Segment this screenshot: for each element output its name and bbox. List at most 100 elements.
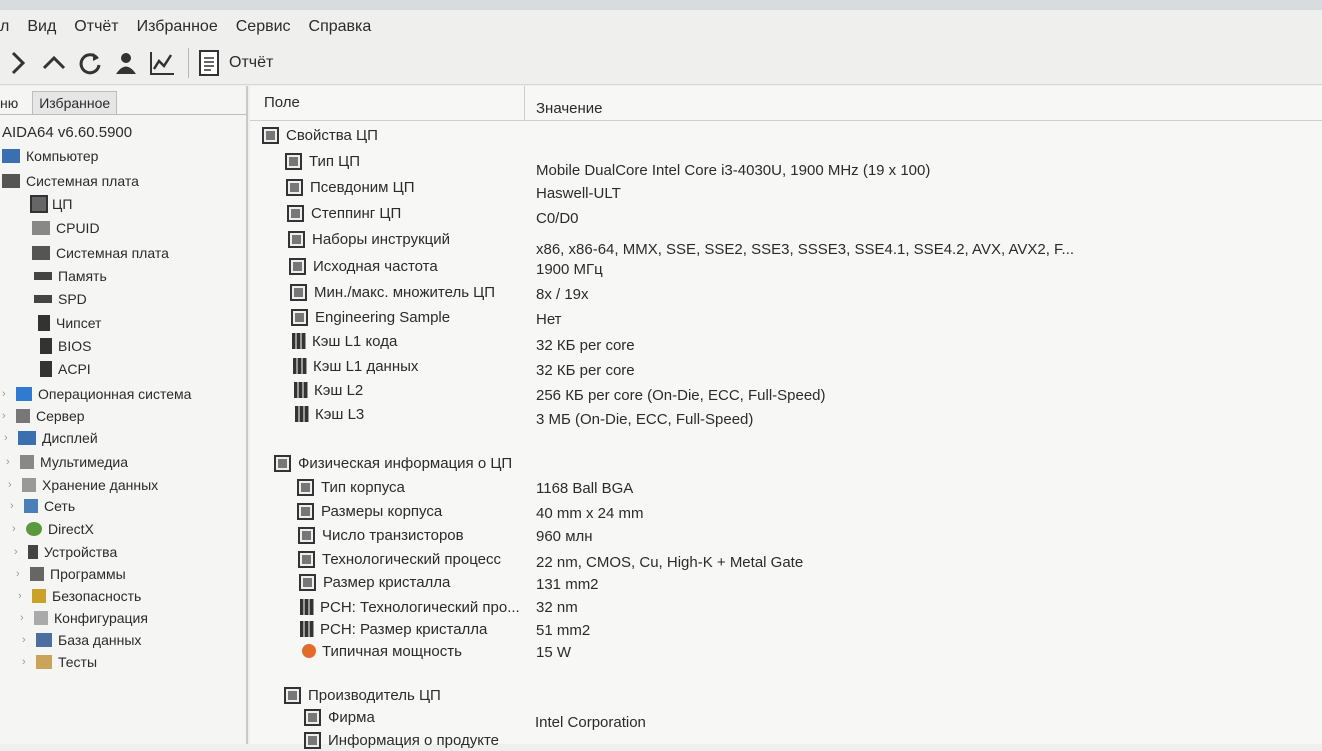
chevron-right-icon[interactable]: › (12, 523, 24, 535)
table-row[interactable]: Тип корпуса (297, 476, 405, 498)
sidebar-item-server[interactable]: › Сервер (2, 405, 85, 427)
field-label: Мин./макс. множитель ЦП (314, 283, 496, 301)
table-row[interactable]: PCH: Размер кристалла (300, 618, 487, 640)
sidebar-item-display[interactable]: › Дисплей (4, 427, 98, 449)
table-row[interactable]: Тип ЦП (285, 150, 360, 172)
refresh-button[interactable] (72, 45, 108, 81)
sidebar-item-label: Сервер (36, 408, 85, 424)
menu-item-help[interactable]: Справка (309, 18, 372, 36)
table-row[interactable]: PCH: Технологический про... (300, 596, 520, 618)
sidebar-item-storage[interactable]: › Хранение данных (8, 474, 158, 496)
chevron-right-icon[interactable]: › (10, 500, 22, 512)
table-row[interactable]: Исходная частота (289, 255, 438, 277)
chevron-right-icon[interactable]: › (22, 634, 34, 646)
column-header-value[interactable]: Значение (536, 100, 603, 117)
group-physical-info[interactable]: Физическая информация о ЦП (274, 452, 512, 474)
up-button[interactable] (36, 45, 72, 81)
sidebar-item-computer[interactable]: Компьютер (2, 145, 98, 167)
sidebar-item-devices[interactable]: › Устройства (14, 541, 117, 563)
report-button[interactable]: Отчёт (199, 50, 273, 76)
table-row[interactable]: Кэш L1 данных (293, 355, 418, 377)
sidebar-item-bios[interactable]: BIOS (40, 335, 91, 357)
sidebar-item-directx[interactable]: › DirectX (12, 518, 94, 540)
table-row[interactable]: Степпинг ЦП (287, 202, 401, 224)
sidebar-item-multimedia[interactable]: › Мультимедиа (6, 451, 128, 473)
menu-item-view[interactable]: Вид (27, 18, 56, 36)
sidebar-item-programs[interactable]: › Программы (16, 563, 126, 585)
computer-icon (2, 149, 20, 163)
column-headers: Поле Значение (250, 86, 1322, 121)
sidebar-item-memory[interactable]: Память (34, 265, 107, 287)
sidebar-item-cpuid[interactable]: CPUID (32, 217, 100, 239)
menu-item-file[interactable]: л (0, 18, 9, 36)
tree-root[interactable]: AIDA64 v6.60.5900 (2, 121, 132, 143)
sidebar-item-cpu[interactable]: ЦП (30, 193, 72, 215)
table-row[interactable]: Мин./макс. множитель ЦП (290, 281, 495, 303)
chevron-right-icon[interactable]: › (22, 656, 34, 668)
chevron-right-icon[interactable]: › (2, 410, 14, 422)
menu-item-favorites[interactable]: Избранное (137, 18, 218, 36)
field-label: Степпинг ЦП (311, 204, 402, 222)
chevron-right-icon[interactable]: › (16, 568, 28, 580)
forward-button[interactable] (0, 45, 36, 81)
table-row[interactable]: Кэш L1 кода (292, 330, 397, 352)
sidebar-item-motherboard[interactable]: Системная плата (2, 170, 139, 192)
chipset-icon (300, 621, 314, 637)
sidebar-item-os[interactable]: › Операционная система (2, 383, 191, 405)
sidebar-item-security[interactable]: › Безопасность (18, 585, 141, 607)
field-value: 40 mm x 24 mm (536, 505, 644, 522)
table-row[interactable]: Псевдоним ЦП (286, 176, 415, 198)
table-row[interactable]: Кэш L3 (295, 403, 364, 425)
field-value: 3 МБ (On-Die, ECC, Full-Speed) (536, 411, 754, 428)
tab-favorites[interactable]: Избранное (32, 91, 118, 114)
chevron-right-icon[interactable]: › (6, 456, 18, 468)
sidebar-item-spd[interactable]: SPD (34, 288, 87, 310)
cpu-icon (284, 686, 301, 704)
sidebar-item-network[interactable]: › Сеть (10, 495, 75, 517)
table-row[interactable]: Размеры корпуса (297, 500, 442, 522)
field-value: Intel Corporation (535, 714, 646, 731)
chevron-right-icon[interactable]: › (4, 432, 16, 444)
sidebar-item-acpi[interactable]: ACPI (40, 358, 91, 380)
group-cpu-manufacturer[interactable]: Производитель ЦП (284, 684, 441, 706)
cpu-icon (297, 478, 314, 496)
chevron-right-icon[interactable]: › (20, 612, 32, 624)
field-value: 51 mm2 (536, 622, 591, 639)
user-button[interactable] (108, 45, 144, 81)
chevron-right-icon (11, 51, 26, 75)
sidebar-item-system-board[interactable]: Системная плата (32, 242, 169, 264)
column-header-field[interactable]: Поле (264, 94, 300, 111)
table-row[interactable]: Число транзисторов (298, 524, 464, 546)
cpu-icon (286, 178, 303, 196)
sidebar-item-config[interactable]: › Конфигурация (20, 607, 148, 629)
table-row[interactable]: Наборы инструкций (288, 228, 450, 250)
table-row[interactable]: Фирма (304, 706, 375, 728)
group-cpu-properties[interactable]: Свойства ЦП (262, 124, 378, 146)
chevron-right-icon[interactable]: › (2, 388, 14, 400)
table-row[interactable]: Информация о продукте (304, 729, 499, 751)
sidebar-item-label: Тесты (58, 654, 98, 670)
sidebar-item-chipset[interactable]: Чипсет (38, 312, 101, 334)
sidebar-item-label: Мультимедиа (40, 454, 128, 470)
tab-menu[interactable]: ню (0, 92, 24, 114)
chevron-right-icon[interactable]: › (14, 546, 26, 558)
group-title: Физическая информация о ЦП (298, 454, 513, 472)
sidebar-item-tests[interactable]: › Тесты (22, 651, 97, 673)
table-row[interactable]: Кэш L2 (294, 379, 363, 401)
field-label: Кэш L1 кода (312, 332, 398, 350)
column-divider[interactable] (524, 86, 525, 120)
sidebar-item-label: Компьютер (26, 148, 99, 164)
table-row[interactable]: Размер кристалла (299, 571, 450, 593)
sidebar-item-database[interactable]: › База данных (22, 629, 141, 651)
benchmark-button[interactable] (144, 45, 180, 81)
field-label: PCH: Технологический про... (320, 598, 520, 616)
chevron-right-icon[interactable]: › (18, 590, 30, 602)
menu-item-service[interactable]: Сервис (236, 18, 291, 36)
motherboard-icon (32, 246, 50, 260)
menu-item-report[interactable]: Отчёт (74, 18, 118, 36)
chevron-right-icon[interactable]: › (8, 479, 20, 491)
table-row[interactable]: Engineering Sample (291, 306, 450, 328)
field-label: Тип ЦП (309, 152, 361, 170)
table-row[interactable]: Типичная мощность (302, 640, 462, 662)
table-row[interactable]: Технологический процесс (298, 548, 501, 570)
